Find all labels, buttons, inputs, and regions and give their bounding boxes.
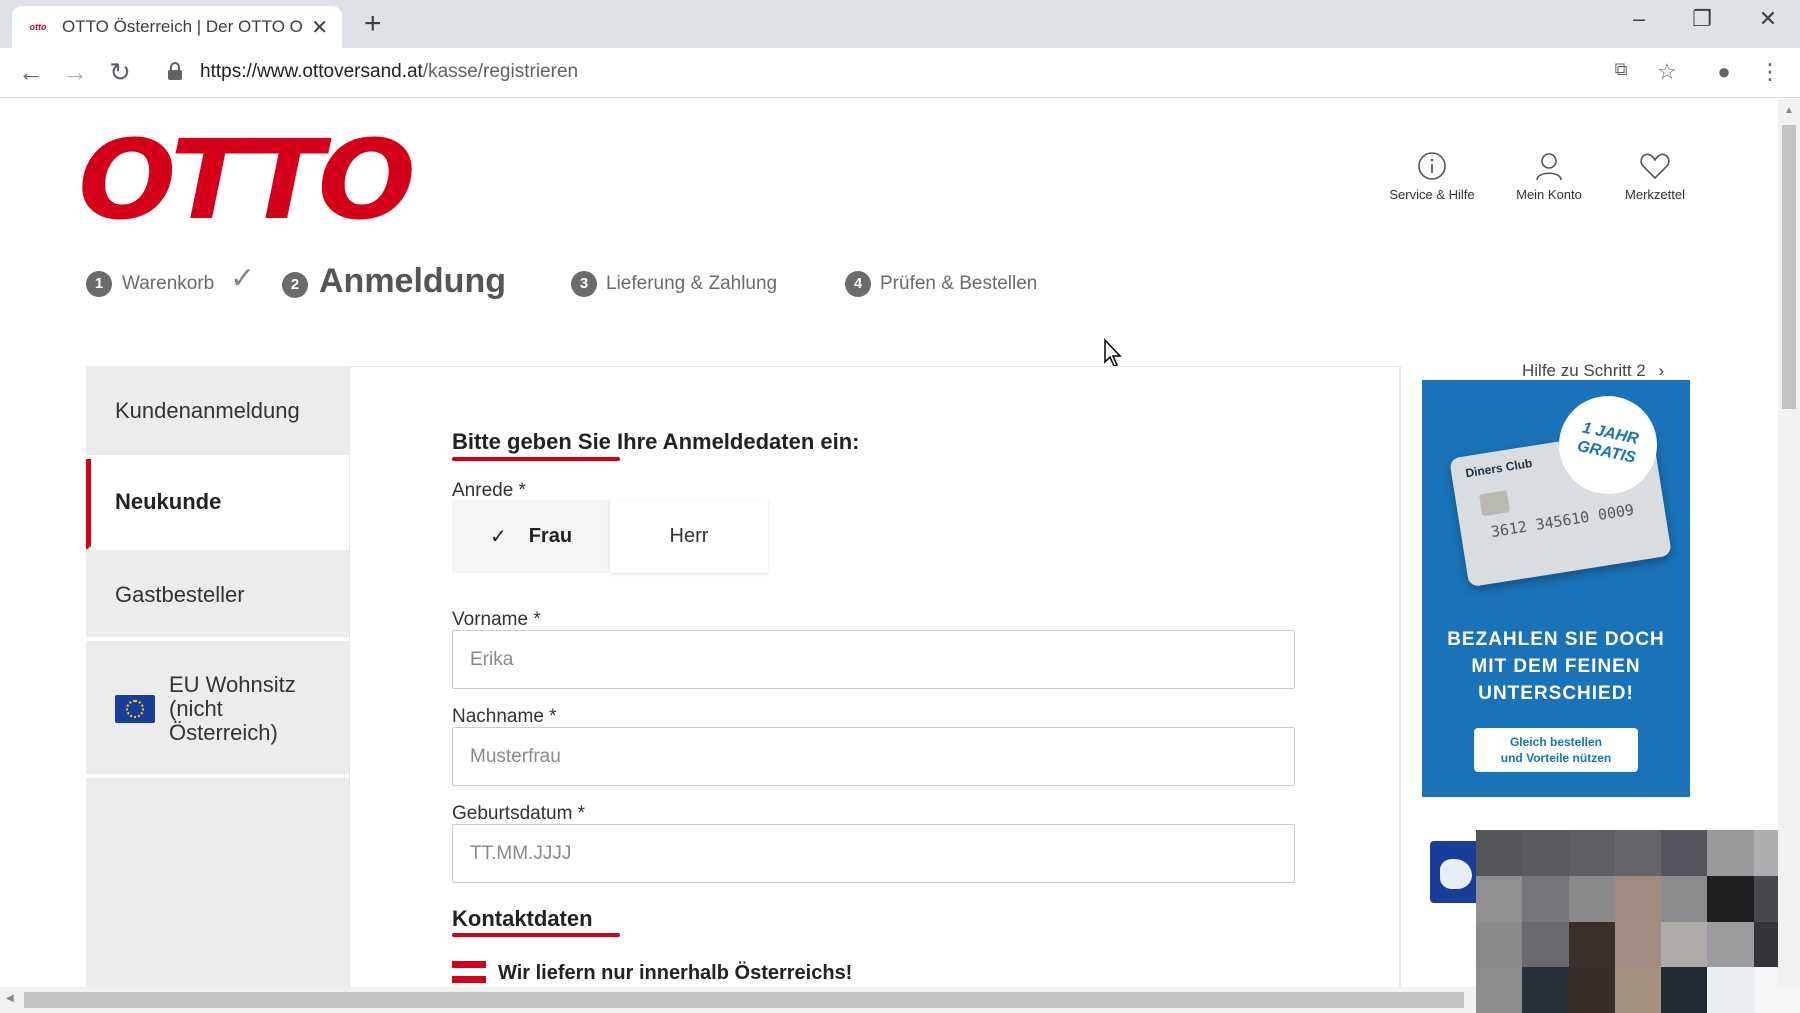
sidebar-item-kundenanmeldung[interactable]: Kundenanmeldung <box>86 366 349 459</box>
title-underline <box>452 457 620 461</box>
card-brand: Diners Club <box>1464 455 1534 481</box>
help-link-label: Hilfe zu Schritt 2 <box>1522 361 1646 380</box>
ad-cta-line: Gleich bestellen <box>1509 735 1603 749</box>
check-icon: ✓ <box>489 526 507 548</box>
sidebar-item-neukunde[interactable]: Neukunde <box>86 459 349 550</box>
ad-headline-line: MIT DEM FEINEN <box>1471 656 1641 677</box>
translate-icon[interactable]: ⧉ <box>1606 59 1636 80</box>
austria-flag-icon <box>452 961 486 983</box>
step-2-number: 2 <box>282 272 308 298</box>
tab-title: OTTO Österreich | Der OTTO Onl <box>62 17 302 36</box>
step-2-label: Anmeldung <box>319 262 506 300</box>
form-title: Bitte geben Sie Ihre Anmeldedaten ein: <box>452 429 860 454</box>
minimize-icon[interactable]: – <box>1619 6 1659 32</box>
salutation-option-label: Herr <box>669 525 709 547</box>
diners-club-ad-banner[interactable]: Diners Club 3612 345610 0009 1 JAHR GRAT… <box>1422 380 1690 797</box>
restore-icon[interactable]: ❐ <box>1682 6 1722 32</box>
heart-icon <box>1640 153 1670 180</box>
vertical-scrollbar[interactable]: ▲ <box>1778 99 1800 987</box>
forward-icon[interactable]: → <box>60 58 90 86</box>
firstname-input[interactable] <box>452 630 1295 689</box>
ad-headline-line: UNTERSCHIED! <box>1478 683 1634 704</box>
url-host: https://www.ottoversand.at <box>200 61 423 82</box>
account-label: Mein Konto <box>1516 187 1582 202</box>
contact-underline <box>452 933 620 937</box>
contact-heading: Kontaktdaten <box>452 906 593 931</box>
mouse-cursor-icon <box>1104 338 1122 367</box>
service-label: Service & Hilfe <box>1389 187 1475 202</box>
lastname-input[interactable] <box>452 727 1295 786</box>
sidebar-item-eu-wohnsitz[interactable]: EU Wohnsitz (nicht Österreich) <box>86 641 349 778</box>
card-number: 3612 345610 0009 <box>1489 500 1636 542</box>
otto-logo[interactable]: OTTO <box>78 125 416 235</box>
url-path: /kasse/registrieren <box>422 61 579 82</box>
delivery-notice: Wir liefern nur innerhalb Österreichs! <box>498 962 853 984</box>
user-icon <box>1536 153 1562 181</box>
horizontal-scroll-thumb[interactable] <box>24 992 1464 1008</box>
sidebar-item-label: Neukunde <box>115 489 222 514</box>
otto-favicon-icon: otto <box>29 22 47 32</box>
eu-label-line: EU Wohnsitz <box>169 672 296 697</box>
account-link[interactable]: Mein Konto <box>1494 151 1604 202</box>
eu-flag-icon <box>115 695 155 723</box>
salutation-frau-option[interactable]: ✓ Frau <box>452 500 610 573</box>
window-close-icon[interactable]: ✕ <box>1748 6 1788 32</box>
salutation-label: Anrede * <box>452 480 526 501</box>
salutation-toggle: ✓ Frau Herr <box>452 500 768 573</box>
horizontal-scrollbar[interactable]: ◀ <box>0 987 1476 1013</box>
birthdate-input[interactable] <box>452 824 1295 883</box>
reload-icon[interactable]: ↻ <box>105 58 135 86</box>
wishlist-link[interactable]: Merkzettel <box>1600 151 1710 202</box>
step-4-label: Prüfen & Bestellen <box>880 273 1038 294</box>
step-3-number: 3 <box>571 271 597 297</box>
salutation-option-label: Frau <box>528 525 573 547</box>
birthdate-label: Geburtsdatum * <box>452 803 586 824</box>
vertical-scroll-thumb[interactable] <box>1782 125 1796 409</box>
eu-label-line: (nicht <box>169 696 223 721</box>
step-4-number: 4 <box>845 271 871 297</box>
scroll-left-icon[interactable]: ◀ <box>6 993 14 1004</box>
step-1-label[interactable]: Warenkorb <box>122 273 214 295</box>
step-1-number: 1 <box>86 271 112 297</box>
bookmark-star-icon[interactable]: ☆ <box>1652 59 1682 85</box>
ad-cta-button[interactable]: Gleich bestellen und Vorteile nützen <box>1474 728 1638 772</box>
card-chip-icon <box>1479 490 1511 517</box>
browser-tab[interactable]: otto OTTO Österreich | Der OTTO Onl ✕ <box>12 6 342 48</box>
back-icon[interactable]: ← <box>16 58 46 86</box>
info-icon <box>1418 152 1446 180</box>
browser-tab-strip: otto OTTO Österreich | Der OTTO Onl ✕ + … <box>0 0 1800 48</box>
checkmark-icon: ✓ <box>230 262 256 295</box>
firstname-label: Vorname * <box>452 609 541 630</box>
lock-icon <box>168 62 182 80</box>
salutation-herr-option[interactable]: Herr <box>610 500 768 573</box>
help-step-link[interactable]: Hilfe zu Schritt 2 › <box>1522 361 1664 381</box>
menu-kebab-icon[interactable]: ⋮ <box>1755 59 1785 85</box>
sidebar-item-gastbesteller[interactable]: Gastbesteller <box>86 550 349 641</box>
address-bar[interactable]: https://www.ottoversand.at/kasse/registr… <box>200 61 578 83</box>
wishlist-label: Merkzettel <box>1625 187 1685 202</box>
step-3-label: Lieferung & Zahlung <box>606 273 778 294</box>
service-link[interactable]: Service & Hilfe <box>1377 151 1487 202</box>
sidebar-item-label: EU Wohnsitz (nicht Österreich) <box>169 673 296 745</box>
ad-headline: BEZAHLEN SIE DOCH MIT DEM FEINEN UNTERSC… <box>1422 626 1690 707</box>
lastname-label: Nachname * <box>452 706 557 727</box>
profile-icon[interactable]: ● <box>1709 59 1739 85</box>
scroll-up-icon[interactable]: ▲ <box>1784 105 1794 116</box>
registration-form: Bitte geben Sie Ihre Anmeldedaten ein: A… <box>349 366 1401 987</box>
ad-headline-line: BEZAHLEN SIE DOCH <box>1447 629 1665 650</box>
pixelated-webcam-overlay <box>1476 830 1800 1013</box>
sidebar-item-label: Kundenanmeldung <box>115 398 300 423</box>
browser-toolbar: ← → ↻ https://www.ottoversand.at/kasse/r… <box>0 48 1800 98</box>
login-sidebar: Kundenanmeldung Neukunde Gastbesteller E… <box>86 366 349 987</box>
eu-label-line: Österreich) <box>169 720 278 745</box>
ad-cta-line: und Vorteile nützen <box>1500 751 1612 765</box>
eu-map-badge-icon[interactable] <box>1430 841 1482 903</box>
sidebar-item-label: Gastbesteller <box>115 582 245 607</box>
new-tab-icon[interactable]: + <box>364 8 382 40</box>
close-tab-icon[interactable]: ✕ <box>311 15 328 40</box>
chevron-right-icon: › <box>1658 361 1665 380</box>
